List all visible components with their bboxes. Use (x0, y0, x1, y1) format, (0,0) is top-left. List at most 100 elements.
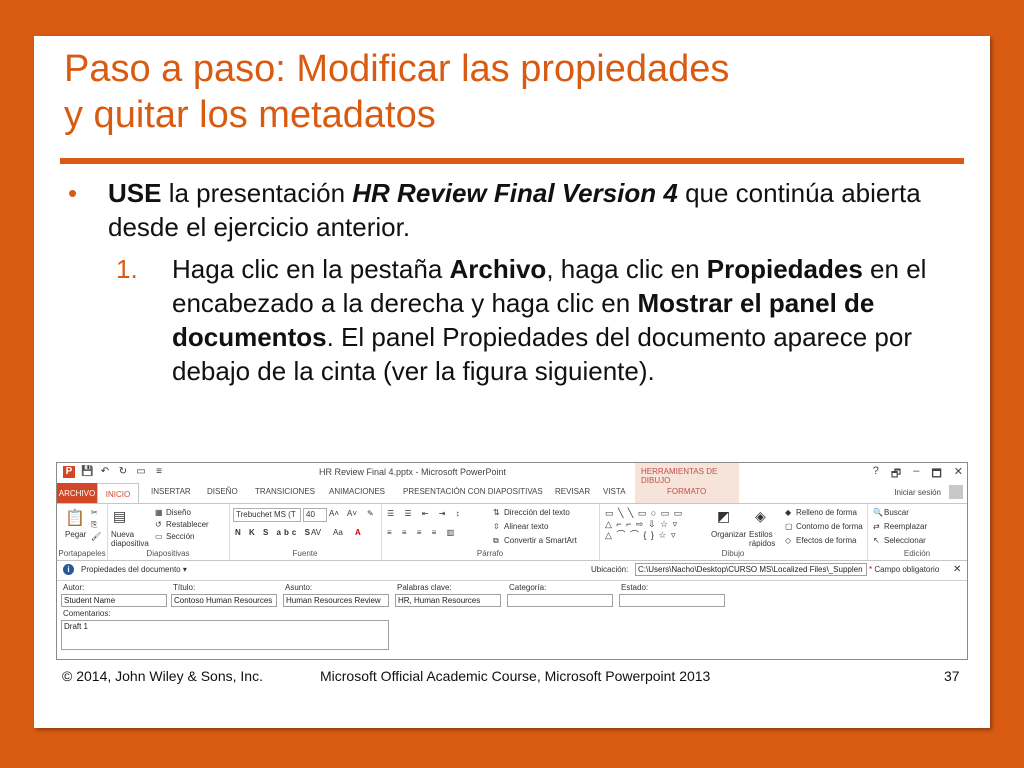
bullet-text: la presentación (161, 178, 353, 208)
minimize-icon[interactable]: – (913, 465, 919, 484)
search-icon: 🔍 (873, 508, 883, 518)
footer-course: Microsoft Official Academic Course, Micr… (320, 668, 711, 684)
shapes-gallery[interactable]: ▭ ╲ ╲ ▭ ○ ▭ ▭ △ ⌐ ⌐ ⇨ ⇩ ☆ ▿ △ ⌒ ⌒ { } ☆ ▿ (605, 508, 683, 541)
shape-effects-label: Efectos de forma (796, 536, 857, 545)
tab-diseno[interactable]: DISEÑO (207, 487, 238, 496)
cut-icon[interactable]: ✂ (91, 508, 98, 517)
find-label: Buscar (884, 508, 909, 517)
replace-icon: ⇄ (873, 522, 880, 532)
section-label: Sección (166, 532, 195, 541)
title-field[interactable]: Contoso Human Resources (171, 594, 277, 607)
copy-icon[interactable]: ⎘ (91, 520, 97, 530)
align-text-button[interactable]: ⇳ Alinear texto (493, 522, 548, 531)
quick-styles-button[interactable]: Estilos rápidos (749, 530, 783, 548)
signin-link[interactable]: Iniciar sesión (894, 488, 941, 497)
author-field[interactable]: Student Name (61, 594, 167, 607)
title-divider (60, 158, 964, 164)
shape-fill-label: Relleno de forma (796, 508, 857, 517)
new-slide-icon[interactable]: ▤ (113, 508, 126, 525)
reset-button[interactable]: ↺ Restablecer (155, 520, 209, 529)
font-name-select[interactable]: Trebuchet MS (T (233, 508, 301, 522)
properties-dropdown[interactable]: Propiedades del documento ▾ (81, 565, 187, 574)
shape-fill-button[interactable]: ◆ Relleno de forma (785, 508, 857, 517)
maximize-icon[interactable]: 🗖 (931, 465, 941, 484)
window-title: HR Review Final 4.pptx - Microsoft Power… (319, 467, 507, 477)
group-portapapeles: 📋 Pegar ✂ ⎘ 🖌 Portapapeles (57, 504, 108, 560)
shape-outline-button[interactable]: ▢ Contorno de forma (785, 522, 863, 531)
text-direction-button[interactable]: ⇅ Dirección del texto (493, 508, 570, 517)
ribbon-options-icon[interactable]: 🗗 (891, 465, 901, 484)
info-icon: i (63, 564, 74, 575)
status-field[interactable] (619, 594, 725, 607)
tab-archivo[interactable]: ARCHIVO (57, 483, 97, 503)
customize-qat-icon[interactable]: ≡ (153, 466, 165, 478)
tab-presentacion[interactable]: PRESENTACIÓN CON DIAPOSITIVAS (403, 487, 543, 496)
align-text-icon: ⇳ (493, 522, 500, 532)
section-button[interactable]: ▭ Sección (155, 532, 194, 541)
author-label: Autor: (63, 583, 85, 592)
tab-animaciones[interactable]: ANIMACIONES (329, 487, 385, 496)
tab-vista[interactable]: VISTA (603, 487, 626, 496)
shrink-font-icon[interactable]: A˅ (347, 509, 357, 518)
align-buttons[interactable]: ≡ ≡ ≡ ≡ ▥ (387, 528, 458, 537)
list-buttons[interactable]: ☰ ☰ ⇤ ⇥ ↕ (387, 509, 464, 518)
help-icon[interactable]: ? (873, 465, 879, 484)
tab-formato[interactable]: FORMATO (667, 487, 706, 496)
comments-label: Comentarios: (63, 609, 111, 618)
avatar[interactable] (949, 485, 963, 499)
subject-field[interactable]: Human Resources Review (283, 594, 389, 607)
document-properties-bar: i Propiedades del documento ▾ Ubicación:… (57, 560, 967, 581)
font-size-select[interactable]: 40 (303, 508, 327, 522)
select-button[interactable]: ↖ Seleccionar (873, 536, 926, 545)
group-dibujo: ▭ ╲ ╲ ▭ ○ ▭ ▭ △ ⌐ ⌐ ⇨ ⇩ ☆ ▿ △ ⌒ ⌒ { } ☆ ▿ … (599, 504, 868, 560)
propiedades-term: Propiedades (706, 254, 863, 284)
shape-outline-label: Contorno de forma (796, 522, 863, 531)
save-icon[interactable]: 💾 (81, 466, 93, 478)
location-field[interactable]: C:\Users\Nacho\Desktop\CURSO MS\Localize… (635, 563, 867, 576)
format-painter-icon[interactable]: 🖌 (91, 532, 101, 541)
new-slide-button[interactable]: Nueva diapositiva (111, 530, 151, 548)
group-label: Diapositivas (146, 549, 190, 558)
tab-insertar[interactable]: INSERTAR (151, 487, 191, 496)
arrange-button[interactable]: Organizar (711, 530, 746, 539)
layout-button[interactable]: ▦ Diseño (155, 508, 191, 517)
paste-icon[interactable]: 📋 (65, 508, 85, 528)
smartart-button[interactable]: ⧉ Convertir a SmartArt (493, 536, 577, 545)
clear-format-icon[interactable]: ✎ (367, 509, 374, 518)
bullet-item: • USE la presentación HR Review Final Ve… (60, 176, 960, 244)
align-text-label: Alinear texto (504, 522, 549, 531)
document-name: HR Review Final Version 4 (352, 178, 678, 208)
powerpoint-logo-icon: P (63, 466, 75, 478)
undo-icon[interactable]: ↶ (99, 466, 111, 478)
category-field[interactable] (507, 594, 613, 607)
shape-effects-button[interactable]: ◇ Efectos de forma (785, 536, 856, 545)
redo-icon[interactable]: ↻ (117, 466, 129, 478)
text-direction-label: Dirección del texto (504, 508, 570, 517)
char-spacing-button[interactable]: AV (311, 528, 321, 537)
comments-field[interactable]: Draft 1 (61, 620, 389, 650)
category-label: Categoría: (509, 583, 547, 592)
grow-font-icon[interactable]: A˄ (329, 509, 339, 518)
font-style-buttons[interactable]: N K S abc S (235, 528, 313, 537)
title-line-1: Paso a paso: Modificar las propiedades (64, 48, 730, 90)
group-label: Edición (903, 549, 931, 558)
tab-transiciones[interactable]: TRANSICIONES (255, 487, 315, 496)
find-button[interactable]: 🔍Buscar (873, 508, 909, 517)
group-fuente: Trebuchet MS (T 40 A˄ A˅ ✎ N K S abc S A… (229, 504, 382, 560)
change-case-button[interactable]: Aa (333, 528, 343, 537)
paste-button[interactable]: Pegar (65, 530, 86, 539)
quick-styles-icon[interactable]: ◈ (755, 508, 766, 525)
keywords-field[interactable]: HR, Human Resources (395, 594, 501, 607)
text-direction-icon: ⇅ (493, 508, 500, 518)
tab-revisar[interactable]: REVISAR (555, 487, 590, 496)
slideshow-icon[interactable]: ▭ (135, 466, 147, 478)
window-controls: ? 🗗 – 🗖 ✕ (873, 465, 963, 484)
close-panel-icon[interactable]: ✕ (953, 564, 961, 575)
close-icon[interactable]: ✕ (954, 465, 963, 484)
step-number: 1. (116, 254, 138, 284)
replace-button[interactable]: ⇄ Reemplazar (873, 522, 927, 531)
arrange-icon[interactable]: ◩ (717, 508, 730, 525)
tab-inicio[interactable]: INICIO (97, 483, 139, 504)
font-color-button[interactable]: A (355, 528, 361, 537)
powerpoint-screenshot: P 💾 ↶ ↻ ▭ ≡ HR Review Final 4.pptx - Mic… (56, 462, 968, 660)
